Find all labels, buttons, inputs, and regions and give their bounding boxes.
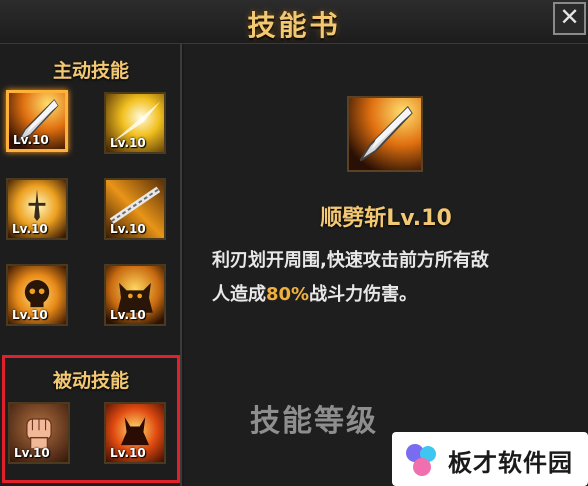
skill-level: Lv.10	[110, 222, 146, 236]
skill-slot-blade[interactable]: Lv.10	[6, 90, 68, 152]
description-suffix: 战斗力伤害。	[309, 284, 418, 305]
active-skills-heading: 主动技能	[52, 60, 129, 82]
window-title: 技能书	[247, 9, 341, 42]
skill-level: Lv.10	[14, 446, 50, 460]
watermark: 板才软件园	[392, 432, 588, 486]
close-button[interactable]: ✕	[553, 2, 586, 35]
title-bar: 技能书 ✕	[0, 0, 588, 44]
skill-slot-demon[interactable]: Lv.10	[104, 264, 166, 326]
blade-icon	[349, 98, 421, 170]
passive-skills-heading: 被动技能	[52, 370, 129, 392]
skill-level: Lv.10	[110, 136, 146, 150]
detail-skill-icon-frame	[347, 96, 423, 172]
skill-list-panel: 主动技能 Lv.10 Lv.10 Lv.10 Lv.10 Lv.10 Lv.10…	[0, 44, 182, 486]
skill-slot-chain-blades[interactable]: Lv.10	[104, 178, 166, 240]
skill-level: Lv.10	[13, 133, 49, 147]
skill-slot-sword-aura[interactable]: Lv.10	[6, 178, 68, 240]
detail-skill-description: 利刃划开周围,快速攻击前方所有敌 人造成80%战斗力伤害。	[212, 244, 572, 312]
skill-slot-rage[interactable]: Lv.10	[104, 402, 166, 464]
watermark-text: 板才软件园	[448, 449, 573, 477]
skill-slot-skull-explosion[interactable]: Lv.10	[6, 264, 68, 326]
description-prefix: 人造成	[212, 284, 266, 305]
skill-level: Lv.10	[12, 222, 48, 236]
skill-slot-light-slash[interactable]: Lv.10	[104, 92, 166, 154]
skill-level: Lv.10	[110, 308, 146, 322]
skill-level: Lv.10	[110, 446, 146, 460]
skill-detail-panel: 顺劈斩Lv.10 利刃划开周围,快速攻击前方所有敌 人造成80%战斗力伤害。 技…	[184, 44, 588, 486]
description-line-1: 利刃划开周围,快速攻击前方所有敌	[212, 250, 489, 271]
skill-slot-fist[interactable]: Lv.10	[8, 402, 70, 464]
detail-skill-name: 顺劈斩Lv.10	[320, 206, 452, 231]
watermark-logo-icon	[406, 444, 436, 476]
damage-percent: 80%	[266, 284, 310, 305]
description-line-2: 人造成80%战斗力伤害。	[212, 278, 572, 312]
skill-level: Lv.10	[12, 308, 48, 322]
close-icon: ✕	[559, 3, 580, 31]
